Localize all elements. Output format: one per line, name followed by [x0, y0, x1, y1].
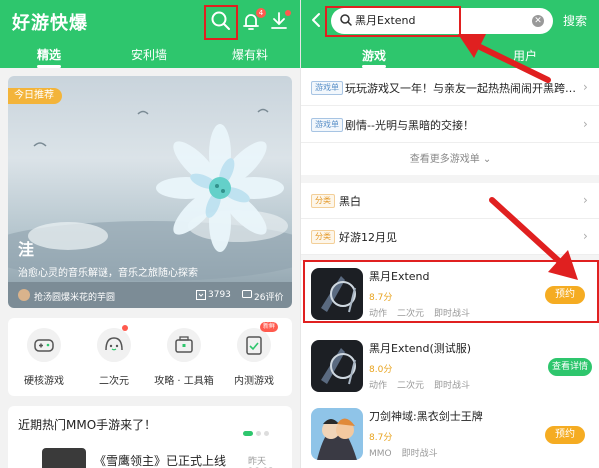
game-tag: 即时战斗 [434, 381, 471, 391]
tab-featured[interactable]: 精选 [37, 46, 61, 63]
search-highlight-box [204, 5, 238, 40]
game-name: 刀剑神域:黑衣剑士王牌 [369, 410, 483, 423]
review-count: 26评价 [254, 293, 284, 303]
game-tag: 二次元 [397, 381, 425, 391]
search-input-highlight-box [325, 6, 461, 37]
game-tags: MMO 即时战斗 [369, 446, 448, 459]
back-arrow-icon[interactable] [305, 6, 327, 34]
tab-games[interactable]: 游戏 [362, 47, 386, 64]
game-score: 8.7分 [369, 433, 393, 443]
game-list-tag: 游戏单 [311, 81, 343, 95]
reserve-button[interactable]: 预约 [545, 426, 585, 444]
search-button[interactable]: 搜索 [563, 12, 587, 29]
category-toolbox[interactable]: 攻略 · 工具箱 [154, 328, 214, 387]
search-results-screen: ✕ 搜索 游戏 用户 游戏单 玩玩游戏又一年！与亲友一起热热闹闹开黑跨… › 游… [300, 0, 599, 468]
game-tag: 即时战斗 [401, 449, 438, 459]
result-tabs: 游戏 用户 [301, 42, 599, 68]
chevron-down-icon: ⌄ [482, 154, 492, 165]
game-result-item[interactable]: 刀剑神域:黑衣剑士王牌 8.7分 MMO 即时战斗 预约 [301, 402, 599, 468]
news-headline: 《雪鹰领主》已正式上线 [94, 454, 227, 468]
clear-icon[interactable]: ✕ [532, 15, 544, 27]
category-label: 硬核游戏 [24, 376, 64, 387]
notification-badge: 4 [256, 8, 266, 18]
featured-artwork: 今日推荐 洼 治愈心灵的音乐解谜，音乐之旅随心探索 [8, 76, 292, 282]
featured-card[interactable]: 今日推荐 洼 治愈心灵的音乐解谜，音乐之旅随心探索 抢汤圆爆米花的芋圆 3793… [8, 76, 292, 308]
new-badge: 新鲜 [260, 322, 279, 332]
tab-recommend-wall[interactable]: 安利墙 [131, 46, 167, 63]
game-icon [311, 408, 363, 460]
hot-mmo-section[interactable]: 近期热门MMO手游来了！ 《雪鹰领主》已正式上线 昨天 16:02 [8, 406, 292, 468]
tab-users[interactable]: 用户 [513, 47, 537, 64]
chevron-right-icon: › [583, 117, 588, 131]
home-tabs: 精选 安利墙 爆有料 [0, 42, 300, 68]
more-link-label: 查看更多游戏单 [409, 154, 480, 165]
news-thumbnail [42, 448, 86, 468]
game-list-tag: 游戏单 [311, 118, 343, 132]
category-title: 黑白 [339, 195, 361, 208]
today-recommend-tag: 今日推荐 [8, 88, 62, 104]
active-tab-indicator [362, 65, 386, 68]
home-screen: 好游快爆 4 精选 安利墙 爆有料 今日推荐 洼 治愈心灵的音乐解谜，音乐之旅随… [0, 0, 300, 468]
section-title: 近期热门MMO手游来了！ [18, 418, 157, 432]
chevron-right-icon: › [583, 193, 588, 207]
game-list-title: 玩玩游戏又一年！与亲友一起热热闹闹开黑跨… [345, 82, 576, 95]
game-icon [311, 340, 363, 392]
download-count-icon [196, 290, 206, 300]
gamepad-icon [27, 328, 61, 362]
list-item-category[interactable]: 分类 黑白 › [301, 183, 599, 219]
app-title: 好游快爆 [12, 13, 88, 34]
avatar [18, 289, 30, 301]
chevron-right-icon: › [583, 80, 588, 94]
game-name: 黑月Extend(测试服) [369, 342, 472, 355]
chevron-right-icon: › [583, 229, 588, 243]
featured-user-name: 抢汤圆爆米花的芋圆 [34, 293, 116, 303]
active-tab-indicator [37, 65, 61, 68]
view-details-button[interactable]: 查看详情 [548, 358, 593, 376]
download-count: 3793 [208, 290, 231, 300]
category-tag: 分类 [311, 194, 335, 208]
category-title: 好游12月见 [339, 231, 397, 244]
list-item-game-list[interactable]: 游戏单 剧情--光明与黑暗的交接！ › [301, 107, 599, 143]
carousel-dots [240, 421, 269, 440]
game-result-item[interactable]: 黑月Extend(测试服) 8.0分 动作 二次元 即时战斗 查看详情 [301, 334, 599, 406]
game-score: 8.0分 [369, 365, 393, 375]
list-item-category[interactable]: 分类 好游12月见 › [301, 219, 599, 255]
tab-news[interactable]: 爆有料 [232, 46, 268, 63]
search-header: ✕ 搜索 游戏 用户 [301, 0, 599, 68]
toolbox-icon [167, 328, 201, 362]
list-item-game-list[interactable]: 游戏单 玩玩游戏又一年！与亲友一起热热闹闹开黑跨… › [301, 70, 599, 106]
more-game-lists-link[interactable]: 查看更多游戏单 ⌄ [301, 150, 599, 165]
category-label: 二次元 [99, 376, 129, 387]
featured-game-title: 洼 [18, 240, 35, 259]
news-time: 昨天 16:02 [248, 457, 274, 468]
game-tag: 动作 [369, 381, 388, 391]
game-tags: 动作 二次元 即时战斗 [369, 378, 480, 391]
category-red-dot [122, 325, 128, 331]
download-red-dot [285, 10, 291, 16]
home-header: 好游快爆 4 精选 安利墙 爆有料 [0, 0, 300, 68]
flower-illustration [8, 108, 292, 281]
category-hardcore[interactable]: 硬核游戏 [14, 328, 74, 387]
category-shortcuts: 硬核游戏 二次元 攻略 · 工具箱 新鲜 内测游戏 [8, 318, 292, 396]
category-beta[interactable]: 新鲜 内测游戏 [224, 322, 284, 387]
category-label: 内测游戏 [234, 376, 274, 387]
featured-footer: 抢汤圆爆米花的芋圆 3793 26评价 [8, 282, 292, 308]
category-anime[interactable]: 二次元 [84, 325, 144, 387]
screenshot-root: 好游快爆 4 精选 安利墙 爆有料 今日推荐 洼 治愈心灵的音乐解谜，音乐之旅随… [0, 0, 599, 468]
category-label: 攻略 · 工具箱 [154, 376, 214, 387]
comment-icon [242, 290, 252, 298]
divider [301, 175, 599, 183]
beta-test-icon [237, 328, 271, 362]
category-tag: 分类 [311, 230, 335, 244]
game-highlight-box [303, 260, 599, 323]
anime-girl-icon [97, 328, 131, 362]
game-list-title: 剧情--光明与黑暗的交接！ [345, 119, 474, 132]
featured-subtitle: 治愈心灵的音乐解谜，音乐之旅随心探索 [18, 268, 198, 279]
game-tag: MMO [369, 449, 392, 459]
